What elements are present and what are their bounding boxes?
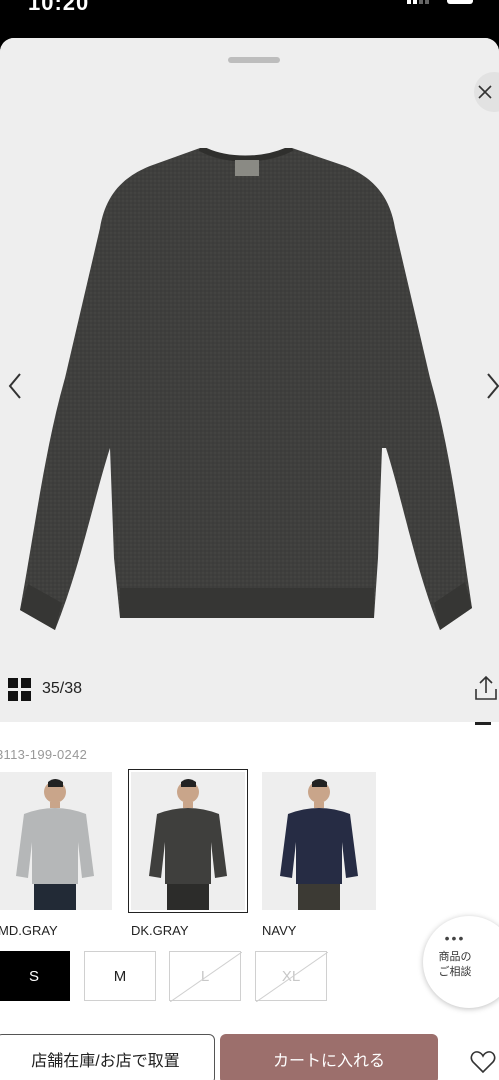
- color-swatches: MD.GRAY DK.GRAY NAVY: [0, 769, 499, 942]
- consult-label-line1: 商品の: [438, 951, 472, 963]
- consult-label-line2: ご相談: [438, 966, 472, 978]
- add-to-cart-button[interactable]: カートに入れる: [220, 1034, 438, 1080]
- share-icon[interactable]: [473, 674, 499, 702]
- product-code: 3113-199-0242: [0, 747, 88, 762]
- store-stock-button[interactable]: 店舗在庫/お店で取置: [0, 1034, 215, 1080]
- action-bar: 店舗在庫/お店で取置 カートに入れる: [0, 1034, 499, 1080]
- size-label: M: [113, 967, 127, 985]
- product-sheet: 35/38 3113-199-0242 MD.GRAY DK.GRAY NAVY…: [0, 38, 499, 1080]
- model-thumbnail: [262, 772, 376, 910]
- status-indicators: [407, 0, 477, 17]
- close-button[interactable]: [474, 72, 499, 112]
- color-label: DK.GRAY: [131, 923, 189, 938]
- heart-icon[interactable]: [470, 1050, 496, 1074]
- more-dots-icon: •••: [444, 930, 466, 946]
- size-button-m[interactable]: M: [84, 951, 156, 1001]
- image-counter: 35/38: [42, 680, 83, 697]
- product-image: [20, 148, 472, 630]
- color-swatch-navy[interactable]: NAVY: [262, 772, 376, 938]
- color-swatch-md-gray[interactable]: MD.GRAY: [0, 772, 112, 938]
- unavailable-slash: [170, 952, 242, 1002]
- unavailable-slash: [256, 952, 328, 1002]
- color-label: MD.GRAY: [0, 923, 58, 938]
- status-time: 10:20: [28, 0, 90, 15]
- add-to-cart-label: カートに入れる: [272, 1053, 385, 1070]
- size-button-xl[interactable]: XL: [255, 951, 328, 1002]
- size-button-s[interactable]: S: [0, 951, 70, 1001]
- gallery-footer: 35/38: [0, 674, 499, 706]
- grid-view-icon[interactable]: [8, 678, 32, 702]
- color-swatch-dk-gray[interactable]: DK.GRAY: [128, 769, 248, 938]
- size-button-l[interactable]: L: [169, 951, 242, 1002]
- image-gallery[interactable]: 35/38: [0, 38, 499, 722]
- model-thumbnail: [128, 769, 248, 913]
- status-bar: 10:20: [0, 0, 499, 38]
- color-label: NAVY: [262, 923, 297, 938]
- tab-indicator: [475, 722, 491, 725]
- drag-handle[interactable]: [228, 57, 280, 63]
- size-label: S: [28, 967, 39, 985]
- close-icon: [478, 85, 492, 99]
- signal-battery-icon: [407, 0, 473, 4]
- store-stock-label: 店舗在庫/お店で取置: [31, 1053, 180, 1070]
- model-thumbnail: [0, 772, 112, 910]
